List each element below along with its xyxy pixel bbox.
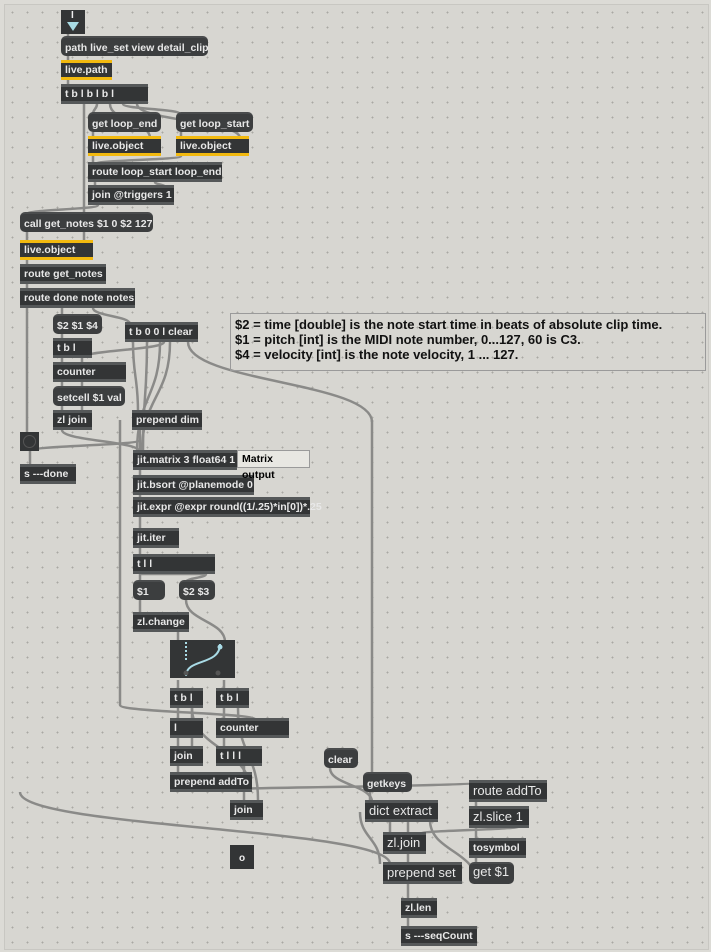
circle-icon: [23, 435, 36, 448]
object-t-l-l-l[interactable]: t l l l: [216, 746, 262, 766]
object-jit-bsort-planemode-0[interactable]: jit.bsort @planemode 0: [133, 475, 254, 495]
object-join[interactable]: join: [230, 800, 263, 820]
object-counter[interactable]: counter: [53, 362, 126, 382]
note-line: $2 = time [double] is the note start tim…: [235, 317, 663, 332]
message-2-1-4[interactable]: $2 $1 $4: [53, 314, 102, 334]
object-live-path[interactable]: live.path: [61, 60, 112, 80]
object-dict-extract[interactable]: dict extract: [365, 800, 438, 822]
object-t-b-l[interactable]: t b l: [170, 688, 203, 708]
message-1[interactable]: $1: [133, 580, 165, 600]
message-call-get-notes-1-0-2-127[interactable]: call get_notes $1 0 $2 127: [20, 212, 153, 232]
object-counter[interactable]: counter: [216, 718, 289, 738]
object-jit-expr-expr-round-1-25-in-0-25[interactable]: jit.expr @expr round((1/.25)*in[0])*.25: [133, 497, 322, 517]
patch-cord[interactable]: [184, 599, 227, 643]
object-zl-slice-1[interactable]: zl.slice 1: [469, 806, 529, 828]
message-2-3[interactable]: $2 $3: [179, 580, 215, 600]
object-zl-len[interactable]: zl.len: [401, 898, 437, 918]
object-live-object[interactable]: live.object: [176, 136, 249, 156]
object-join[interactable]: join: [170, 746, 203, 766]
message-get-1[interactable]: get $1: [469, 862, 514, 884]
inlet-label: I: [71, 10, 74, 21]
patch-cord[interactable]: [80, 340, 166, 360]
note-line: $1 = pitch [int] is the MIDI note number…: [235, 332, 581, 347]
object-prepend-addto[interactable]: prepend addTo: [170, 772, 252, 792]
note-line: $4 = velocity [int] is the note velocity…: [235, 347, 519, 362]
object-t-b-0-0-l-clear[interactable]: t b 0 0 l clear: [125, 322, 198, 342]
object-route-addto[interactable]: route addTo: [469, 780, 547, 802]
object-l[interactable]: l: [170, 718, 203, 738]
outlet-label: o: [239, 853, 246, 864]
object-s-done[interactable]: s ---done: [20, 464, 76, 484]
object-live-object[interactable]: live.object: [88, 136, 161, 156]
object-t-b-l-b-l-b-l[interactable]: t b l b l b l: [61, 84, 148, 104]
object-jit-matrix-3-float64-1[interactable]: jit.matrix 3 float64 1: [133, 450, 237, 470]
object-join-triggers-1[interactable]: join @triggers 1: [88, 185, 174, 205]
object-jit-iter[interactable]: jit.iter: [133, 528, 179, 548]
object-zl-change[interactable]: zl.change: [133, 612, 189, 632]
object-zl-join[interactable]: zl.join: [383, 832, 426, 854]
message-setcell-1-val[interactable]: setcell $1 val: [53, 386, 125, 406]
patch-cord[interactable]: [131, 341, 140, 413]
object-t-l-l[interactable]: t l l: [133, 554, 215, 574]
note-comment: $2 = time [double] is the note start tim…: [230, 313, 706, 371]
message-getkeys[interactable]: getkeys: [363, 772, 412, 792]
outlet[interactable]: o: [230, 845, 254, 869]
object-live-object[interactable]: live.object: [20, 240, 93, 260]
inlet-arrow-icon: [67, 22, 79, 31]
message-get-loop-end[interactable]: get loop_end: [88, 112, 161, 132]
message-clear[interactable]: clear: [324, 748, 358, 768]
object-route-get-notes[interactable]: route get_notes: [20, 264, 106, 284]
message-path-live-set-view-detail-clip[interactable]: path live_set view detail_clip: [61, 36, 209, 56]
object-t-b-l[interactable]: t b l: [53, 338, 92, 358]
patch-cord[interactable]: [18, 791, 392, 865]
patch-cord[interactable]: [60, 429, 142, 453]
matrix-output-comment: Matrix output: [237, 450, 310, 481]
object-prepend-dim[interactable]: prepend dim: [132, 410, 202, 430]
object-prepend-set[interactable]: prepend set: [383, 862, 462, 884]
object-route-done-note-notes[interactable]: route done note notes: [20, 288, 135, 308]
message-get-loop-start[interactable]: get loop_start: [176, 112, 253, 132]
switch-path-icon: [183, 642, 223, 677]
object-s-seqcount[interactable]: s ---seqCount: [401, 926, 477, 946]
onebang-toggle[interactable]: [20, 432, 39, 451]
object-tosymbol[interactable]: tosymbol: [469, 838, 526, 858]
object-route-loop-start-loop-end[interactable]: route loop_start loop_end: [88, 162, 222, 182]
inlet[interactable]: I: [61, 10, 85, 34]
object-t-b-l[interactable]: t b l: [216, 688, 249, 708]
object-zl-join[interactable]: zl join: [53, 410, 92, 430]
gswitch[interactable]: [170, 640, 235, 678]
